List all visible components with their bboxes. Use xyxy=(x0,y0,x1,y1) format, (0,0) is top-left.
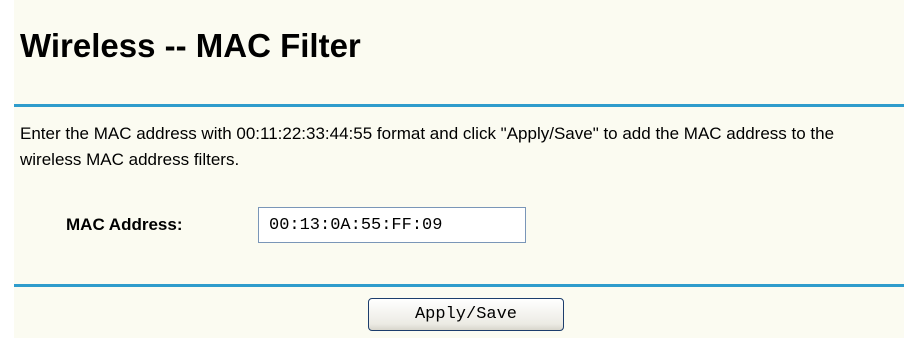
page-title: Wireless -- MAC Filter xyxy=(20,27,361,64)
mac-filter-page: Wireless -- MAC Filter Enter the MAC add… xyxy=(14,0,904,338)
mac-address-input[interactable] xyxy=(258,207,526,243)
top-divider xyxy=(14,104,904,107)
apply-save-button[interactable]: Apply/Save xyxy=(368,298,564,331)
instructions-text: Enter the MAC address with 00:11:22:33:4… xyxy=(20,124,835,169)
mac-address-label: MAC Address: xyxy=(66,215,183,234)
bottom-divider xyxy=(14,284,904,287)
